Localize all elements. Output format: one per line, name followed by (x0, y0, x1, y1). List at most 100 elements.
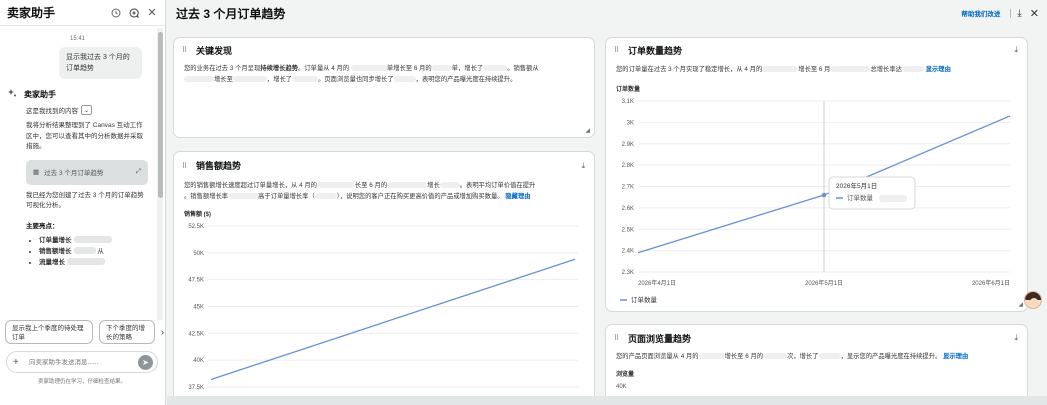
chat-scroll-thumb[interactable] (158, 32, 163, 198)
suggestion-button[interactable]: 显示我上个季度的待处理订单 (5, 320, 93, 344)
card-header: ⠿ 页面浏览量趋势 ⤓ (606, 325, 1027, 351)
sales-y-tick: 45K (193, 305, 204, 311)
main-points-title: 主要亮点： (26, 222, 59, 230)
message-input-bar: + ➤ (6, 351, 158, 373)
app-root: 卖家助手 ✕ 15:41 显示我过去 3 个月的订单趋势 卖家助手 这是我找到的… (0, 0, 1047, 405)
history-icon[interactable] (109, 6, 123, 20)
orders-tooltip (828, 176, 916, 210)
sales-y-tick: 42.5K (188, 331, 204, 337)
key-findings-text: 您的业务在过去 3 个月呈现持续增长趋势。订单量从 4 月的 单增长至 6 月的… (184, 65, 539, 83)
show-reason-link[interactable]: 显示理由 (926, 66, 951, 73)
horizontal-scrollbar[interactable] (167, 396, 1047, 405)
drag-handle-icon[interactable]: ⠿ (614, 46, 622, 54)
bot-paragraph-2: 我已经为您创建了过去 3 个月的订单趋势可视化分析。 (26, 191, 144, 210)
tooltip-value-redacted (879, 195, 907, 203)
expand-icon[interactable]: ⤢ (136, 168, 141, 176)
card-header: ⠿ 订单数量趋势 ⤓ (606, 38, 1027, 62)
card-title: 销售额趋势 (196, 161, 242, 171)
orders-y-tick: 3K (627, 120, 634, 126)
orders-trend-card: ⠿ 订单数量趋势 ⤓ 您的订单量在过去 3 个月实现了稳定增长，从 4 月的 增长… (605, 37, 1028, 312)
main-points-list: 订单量增长 销售额增长 从 流量增长 (33, 235, 148, 268)
drag-handle-icon[interactable]: ⠿ (614, 334, 622, 342)
bot-header: 卖家助手 (7, 88, 148, 100)
card-title: 订单数量趋势 (628, 45, 683, 56)
download-icon[interactable]: ⤓ (1017, 8, 1021, 19)
sales-line-chart: 52.5K 50K 47.5K 45K 42.5K 40K 37.5K (188, 224, 578, 391)
sales-trend-card: ⠿ 销售额趋势 ⤓ 您的销售额增长速度超过订单量增长，从 4 月的 长至 6 月的… (173, 151, 595, 401)
new-chat-icon[interactable] (127, 6, 141, 20)
pageviews-trend-card: ⠿ 页面浏览量趋势 ⤓ 您的产品页面浏览量从 4 月的 增长至 6 月的 次，增长了… (605, 324, 1028, 404)
card-header: ⠿ 关键发现 (174, 38, 594, 62)
orders-y-tick: 2.6K (622, 206, 634, 212)
send-button[interactable]: ➤ (138, 354, 153, 370)
user-message: 显示我过去 3 个月的订单趋势 (59, 47, 142, 79)
orders-description: 您的订单量在过去 3 个月实现了稳定增长，从 4 月的 增长至 6 月总增长率达 … (616, 66, 951, 73)
pageviews-description: 您的产品页面浏览量从 4 月的 增长至 6 月的 次，增长了 ，显示您的产品曝光度在持… (616, 353, 969, 360)
close-icon[interactable]: ✕ (1030, 7, 1039, 20)
tooltip-series-name: 订单数量 (847, 193, 874, 202)
bot-name: 卖家助手 (24, 89, 56, 99)
chevron-right-icon[interactable]: › (161, 327, 164, 337)
orders-y-tick: 2.9K (622, 142, 634, 148)
tooltip-date: 2026年5月1日 (836, 181, 877, 190)
close-panel-icon[interactable]: ✕ (145, 6, 159, 20)
found-label: 这是我找到的内容 (26, 108, 78, 115)
orders-y-tick: 2.8K (622, 163, 634, 169)
assistant-title: 卖家助手 (7, 6, 56, 20)
orders-y-tick: 2.7K (622, 185, 634, 191)
orders-y-axis-label: 订单数量 (616, 87, 641, 93)
sales-y-tick: 40K (193, 358, 204, 364)
drag-handle-icon[interactable]: ⠿ (182, 46, 190, 54)
sales-y-tick: 52.5K (188, 224, 204, 230)
help-improve-link[interactable]: 帮助我们改进 (961, 8, 1000, 18)
orders-x-tick: 2026年4月1日 (638, 279, 676, 287)
list-item: 订单量增长 (39, 235, 148, 246)
avatar[interactable] (1024, 291, 1042, 309)
orders-y-tick: 3.1K (622, 99, 634, 105)
list-item: 流量增长 (39, 257, 148, 268)
orders-y-tick: 2.3K (622, 270, 634, 276)
chat-history: 15:41 显示我过去 3 个月的订单趋势 卖家助手 这是我找到的内容 ⌄ 我将… (0, 27, 156, 315)
suggestion-button[interactable]: 下个季度的增长的策略 (99, 320, 155, 344)
drag-handle-icon[interactable]: ⠿ (182, 162, 190, 170)
show-reason-link[interactable]: 显示理由 (943, 353, 968, 360)
suggestion-row: 显示我上个季度的待处理订单 下个季度的增长的策略 › (5, 320, 164, 344)
download-icon[interactable]: ⤓ (581, 161, 585, 171)
divider (1010, 8, 1012, 18)
sales-y-tick: 47.5K (188, 278, 204, 284)
orders-x-tick: 2026年6月1日 (972, 279, 1010, 287)
download-icon[interactable]: ⤓ (1014, 45, 1018, 55)
bot-paragraph-1: 我将分析结果整理到了 Canvas 互动工作区中，您可以查看其中的分析数据并采取… (26, 122, 143, 150)
assistant-header: 卖家助手 ✕ (0, 0, 165, 26)
assistant-panel: 卖家助手 ✕ 15:41 显示我过去 3 个月的订单趋势 卖家助手 这是我找到的… (0, 0, 166, 405)
sales-description: 您的销售额增长速度超过订单量增长，从 4 月的 长至 6 月的 增长 。表明平均订单价… (184, 182, 536, 200)
resize-handle-icon[interactable]: ◢ (585, 127, 590, 134)
message-input[interactable] (29, 358, 138, 366)
canvas-card-label: 过去 3 个月订单趋势 (44, 170, 104, 177)
message-time: 15:41 (69, 36, 85, 42)
sales-series-line (210, 258, 576, 381)
card-header: ⠿ 销售额趋势 ⤓ (174, 152, 594, 179)
card-title: 页面浏览量趋势 (628, 333, 692, 344)
orders-y-tick: 2.5K (622, 227, 634, 233)
card-title: 关键发现 (196, 45, 233, 56)
hide-reason-link[interactable]: 隐藏理由 (505, 193, 530, 200)
chevron-down-icon[interactable]: ⌄ (81, 105, 92, 115)
canvas-link-card[interactable]: ▦ 过去 3 个月订单趋势 ⤢ (26, 159, 148, 185)
found-toggle[interactable]: 这是我找到的内容 ⌄ (26, 105, 148, 115)
sales-y-tick: 50K (193, 251, 204, 257)
grid-icon: ▦ (33, 169, 40, 176)
download-icon[interactable]: ⤓ (1014, 333, 1018, 343)
list-item: 销售额增长 从 (39, 246, 148, 257)
orders-data-point (821, 192, 827, 198)
key-findings-card: ⠿ 关键发现 您的业务在过去 3 个月呈现持续增长趋势。订单量从 4 月的 单增… (173, 37, 595, 138)
page-title: 过去 3 个月订单趋势 (176, 6, 286, 21)
orders-x-tick: 2026年5月1日 (805, 279, 843, 287)
legend-label: 订单数量 (631, 295, 658, 304)
resize-handle-icon[interactable]: ◢ (1018, 301, 1023, 308)
sales-y-tick: 37.5K (188, 385, 204, 391)
canvas-header: 过去 3 个月订单趋势 帮助我们改进 ⤓ ✕ (167, 0, 1047, 26)
orders-line-chart: 3.1K 3K 2.9K 2.8K 2.7K 2.6K 2.5K 2.4K 2.3K 2026年4… (620, 99, 1011, 304)
orders-y-tick: 2.4K (622, 249, 634, 255)
plus-icon[interactable]: + (13, 357, 23, 368)
